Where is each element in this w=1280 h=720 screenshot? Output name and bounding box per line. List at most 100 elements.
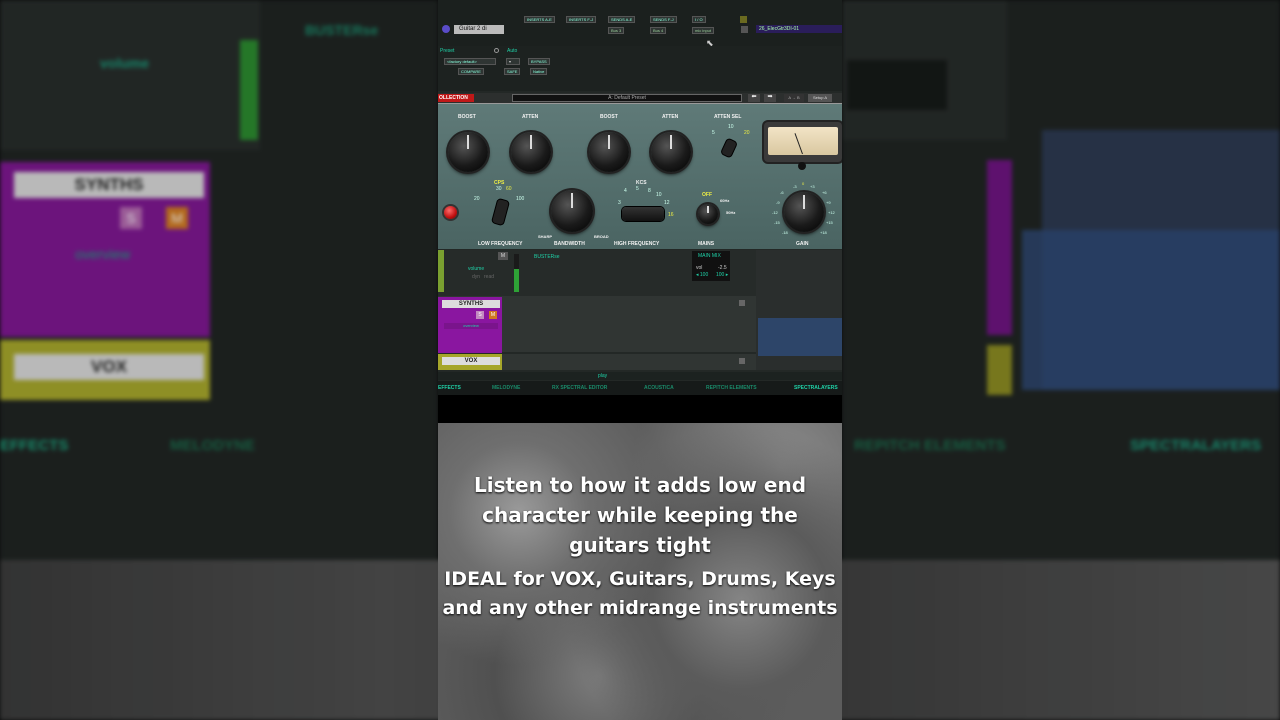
tab-melodyne[interactable]: MELODYNE bbox=[492, 385, 520, 391]
atten-sel-switch[interactable] bbox=[721, 138, 737, 158]
gain-minus3: -3 bbox=[793, 184, 797, 189]
low-boost-knob[interactable] bbox=[448, 132, 488, 172]
mains-knob[interactable] bbox=[698, 204, 718, 224]
bypass-button[interactable]: BYPASS bbox=[528, 58, 550, 65]
next-preset-icon[interactable]: ➡ bbox=[764, 94, 776, 102]
atten-sel-5: 5 bbox=[712, 130, 715, 136]
track-level-meter bbox=[514, 254, 519, 292]
atten-sel-10: 10 bbox=[728, 124, 734, 130]
inserts-a-e[interactable]: INSERTS A-E bbox=[524, 16, 555, 23]
kcs-8: 8 bbox=[648, 188, 651, 194]
high-atten-knob[interactable] bbox=[651, 132, 691, 172]
prev-preset-icon[interactable]: ⬅ bbox=[748, 94, 760, 102]
cps-100: 100 bbox=[516, 196, 525, 202]
cps-30: 30 bbox=[496, 186, 502, 192]
send-bus-label[interactable]: BUSTERse bbox=[534, 254, 560, 260]
track-record-icon[interactable] bbox=[442, 25, 450, 33]
tab-rx-spectral-editor[interactable]: RX SPECTRAL EDITOR bbox=[552, 385, 607, 391]
a-to-b-button[interactable]: A → B bbox=[784, 94, 804, 102]
preset-menu-icon[interactable]: ▾ bbox=[506, 58, 520, 65]
bg-spectralayers-tab: SPECTRALAYERS bbox=[1130, 437, 1262, 454]
high-frequency-knob[interactable] bbox=[622, 207, 664, 221]
vol-value[interactable]: -2.5 bbox=[718, 265, 727, 271]
preset-select[interactable]: <factory default> bbox=[444, 58, 496, 65]
collection-button[interactable]: OLLECTION bbox=[438, 94, 474, 102]
insert-slot-bus3[interactable]: Bus 3 bbox=[608, 27, 625, 34]
broad-label: BROAD bbox=[594, 234, 609, 239]
high-boost-knob[interactable] bbox=[589, 132, 629, 172]
blurred-right-panel: REPITCH ELEMENTS SPECTRALAYERS bbox=[842, 0, 1280, 560]
gain-label: GAIN bbox=[796, 241, 809, 247]
caption-line-3: guitars tight bbox=[569, 533, 711, 557]
atten-sel-20: 20 bbox=[744, 130, 750, 136]
volume-readout[interactable]: volume bbox=[468, 266, 484, 272]
mains-60hz-label: 60Hz bbox=[720, 198, 730, 203]
auto-radio-icon[interactable] bbox=[494, 48, 499, 53]
gain-knob[interactable] bbox=[784, 192, 824, 232]
inserts-f-j[interactable]: INSERTS F-J bbox=[566, 16, 597, 23]
pan-right[interactable]: 100 ▸ bbox=[716, 272, 728, 278]
kcs-16: 16 bbox=[668, 212, 674, 218]
tab-spectralayers[interactable]: SPECTRALAYERS bbox=[794, 385, 838, 391]
cps-20: 20 bbox=[474, 196, 480, 202]
vu-meter-face bbox=[768, 127, 838, 155]
bg-volume-text: volume bbox=[100, 55, 150, 71]
pan-left[interactable]: ◂ 100 bbox=[696, 272, 708, 278]
bg-repitch-tab: REPITCH ELEMENTS bbox=[854, 437, 1006, 454]
tab-acoustica[interactable]: ACOUSTICA bbox=[644, 385, 674, 391]
small-yellow-button[interactable] bbox=[740, 16, 747, 23]
low-boost-label: BOOST bbox=[458, 114, 476, 120]
bandwidth-label: BANDWIDTH bbox=[554, 241, 585, 247]
caption-panel: Listen to how it adds low end character … bbox=[438, 423, 842, 720]
read-label[interactable]: read bbox=[484, 274, 494, 280]
tab-effects[interactable]: EFFECTS bbox=[438, 385, 461, 391]
small-grey-button[interactable] bbox=[741, 26, 748, 33]
track-color-strip bbox=[438, 250, 444, 292]
vox-scroll-button[interactable] bbox=[739, 358, 745, 364]
synths-view-select[interactable]: overview bbox=[444, 323, 498, 329]
gain-zero: 0 bbox=[802, 181, 805, 186]
io-button[interactable]: I / O bbox=[692, 16, 706, 23]
low-frequency-switch[interactable] bbox=[492, 198, 509, 226]
video-frame: volume BUSTERse SYNTHS S M overview VOX … bbox=[0, 0, 1280, 720]
safe-button[interactable]: SAFE bbox=[504, 68, 521, 75]
preset-name-field[interactable]: A: Default Preset bbox=[512, 94, 742, 102]
tab-repitch-elements[interactable]: REPITCH ELEMENTS bbox=[706, 385, 757, 391]
sends-a-e[interactable]: SENDS A-E bbox=[608, 16, 636, 23]
eq-plugin-panel: BOOST ATTEN BOOST ATTEN ATTEN SEL 10 5 2… bbox=[438, 103, 842, 249]
main-mix-label[interactable]: MAIN MIX bbox=[698, 253, 721, 259]
sharp-label: SHARP bbox=[538, 234, 553, 239]
low-atten-knob[interactable] bbox=[511, 132, 551, 172]
synths-solo-button[interactable]: S bbox=[476, 311, 484, 319]
vol-label: vol bbox=[696, 265, 703, 271]
bandwidth-knob[interactable] bbox=[551, 190, 593, 232]
bg-bus-text: BUSTERse bbox=[305, 22, 379, 38]
compare-button[interactable]: COMPARE bbox=[458, 68, 484, 75]
kcs-10: 10 bbox=[656, 192, 662, 198]
gain-minus15: -15 bbox=[774, 220, 780, 225]
sends-f-j[interactable]: SENDS F-J bbox=[650, 16, 677, 23]
gain-minus12: -12 bbox=[772, 210, 778, 215]
synths-scroll-button[interactable] bbox=[739, 300, 745, 306]
blurred-left-panel: volume BUSTERse SYNTHS S M overview VOX … bbox=[0, 0, 438, 560]
synths-mute-button[interactable]: M bbox=[489, 311, 497, 319]
track-name[interactable]: Guitar 2 di bbox=[454, 25, 504, 34]
insert-slot-mic-input[interactable]: mic input bbox=[692, 27, 715, 34]
vu-meter bbox=[764, 122, 842, 162]
clip-name[interactable]: 26_ElecGtr3DI-01 bbox=[756, 25, 842, 33]
setup-button[interactable]: Setup A bbox=[808, 94, 832, 102]
auto-label[interactable]: Auto bbox=[507, 48, 517, 54]
insert-slot-bus4[interactable]: Bus 4 bbox=[650, 27, 667, 34]
power-lamp[interactable] bbox=[444, 206, 457, 219]
vox-track-name[interactable]: VOX bbox=[442, 357, 500, 365]
synths-track-name[interactable]: SYNTHS bbox=[442, 300, 500, 308]
native-button[interactable]: Native bbox=[530, 68, 548, 75]
mute-small[interactable]: M bbox=[498, 252, 508, 260]
play-label[interactable]: play bbox=[598, 373, 607, 379]
bg-vox-label: VOX bbox=[14, 354, 204, 380]
mains-50hz-label: 50Hz bbox=[726, 210, 736, 215]
kcs-4: 4 bbox=[624, 188, 627, 194]
synths-clip-waveform[interactable] bbox=[758, 318, 842, 356]
gain-plus18: +18 bbox=[820, 230, 827, 235]
mains-off-label: OFF bbox=[702, 192, 712, 198]
